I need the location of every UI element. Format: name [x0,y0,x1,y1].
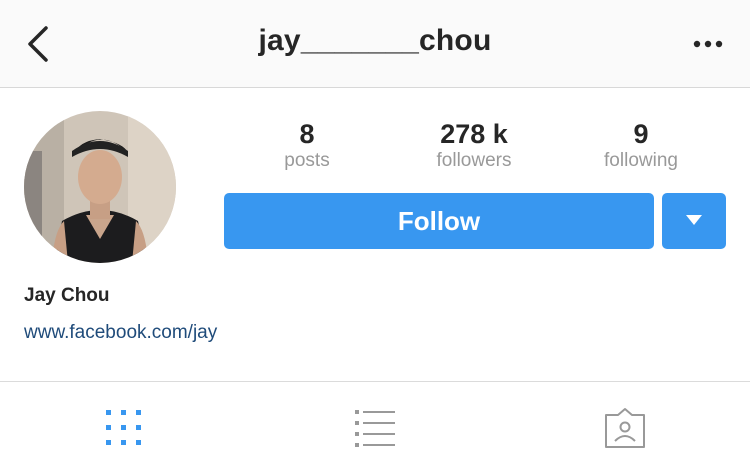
tab-list[interactable] [351,407,399,449]
caret-down-icon [686,215,702,225]
profile-view-tabs [0,381,750,471]
following-stat[interactable]: 9 following [576,118,706,172]
tagged-user-icon [605,408,645,448]
followers-stat[interactable]: 278 k followers [409,118,539,172]
more-options-icon[interactable] [690,30,726,58]
tab-tagged[interactable] [601,407,649,449]
following-count: 9 [633,119,649,149]
suggestions-dropdown-button[interactable] [662,193,726,249]
list-icon [355,410,395,447]
follow-button[interactable]: Follow [224,193,654,249]
grid-icon [106,410,141,445]
followers-label: followers [436,150,512,171]
posts-label: posts [284,150,330,171]
posts-count: 8 [299,119,315,149]
profile-username-title: jay_______chou [258,24,492,57]
avatar[interactable] [24,111,176,263]
following-label: following [604,150,678,171]
followers-count: 278 k [440,119,508,149]
posts-stat: 8 posts [242,118,372,172]
top-navigation-bar: jay_______chou [0,0,750,88]
profile-display-name: Jay Chou [24,285,110,306]
tab-grid[interactable] [100,407,148,449]
profile-website-link[interactable]: www.facebook.com/jay [24,322,217,344]
